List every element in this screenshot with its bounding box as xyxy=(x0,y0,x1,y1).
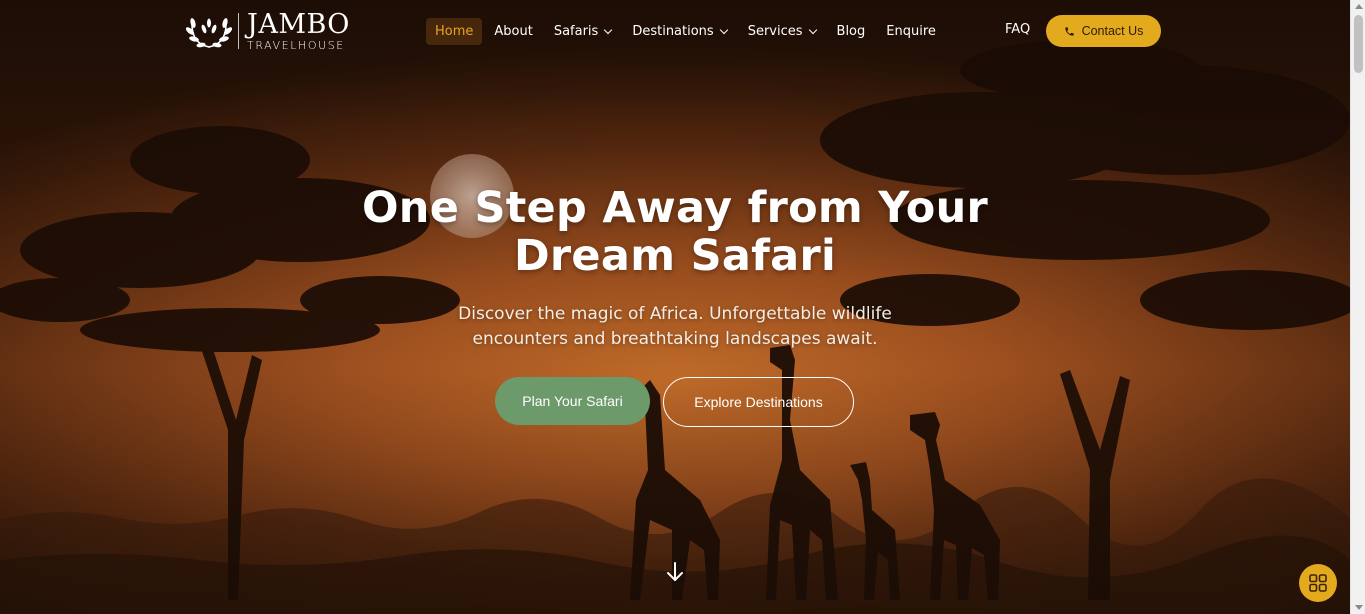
explore-destinations-button[interactable]: Explore Destinations xyxy=(663,377,854,427)
nav-label: Blog xyxy=(836,23,866,39)
chevron-down-icon xyxy=(808,25,817,34)
nav-item-about[interactable]: About xyxy=(485,18,541,45)
arrow-down-icon[interactable] xyxy=(664,560,686,584)
nav-label: Safaris xyxy=(553,23,599,39)
logo-divider xyxy=(238,13,239,49)
logo-text: JAMBO TRAVELHOUSE xyxy=(247,11,350,51)
headline-line-1: One Step Away from Your xyxy=(361,183,989,233)
scroll-up-arrow-icon[interactable] xyxy=(1355,4,1363,9)
contact-us-button[interactable]: Contact Us xyxy=(1046,15,1161,47)
phone-icon xyxy=(1064,26,1074,36)
brand-name: JAMBO xyxy=(247,9,350,40)
nav-label: Services xyxy=(747,23,803,39)
hero-subtext: Discover the magic of Africa. Unforgetta… xyxy=(420,302,930,352)
nav-label: Home xyxy=(435,23,474,39)
nav-item-safaris[interactable]: Safaris xyxy=(545,18,621,45)
contact-label: Contact Us xyxy=(1081,24,1144,38)
chevron-down-icon xyxy=(604,25,613,34)
headline-line-2: Dream Safari xyxy=(513,231,837,281)
grid-icon xyxy=(1309,574,1327,592)
scroll-down-arrow-icon[interactable] xyxy=(1355,605,1363,610)
laurel-wreath-icon xyxy=(186,18,232,48)
subtext-line-1: Discover the magic of Africa. Unforgetta… xyxy=(458,304,892,324)
nav-item-destinations[interactable]: Destinations xyxy=(623,18,735,45)
site-header: JAMBO TRAVELHOUSE Home About Safaris Des… xyxy=(0,0,1350,62)
floating-menu-button[interactable] xyxy=(1299,564,1337,602)
nav-item-enquire[interactable]: Enquire xyxy=(877,18,945,45)
nav-label: About xyxy=(494,23,533,39)
nav-label: Enquire xyxy=(886,23,936,39)
scrollbar-thumb[interactable] xyxy=(1354,15,1363,73)
hero-section: JAMBO TRAVELHOUSE Home About Safaris Des… xyxy=(0,0,1350,614)
main-nav: Home About Safaris Destinations Services… xyxy=(426,16,948,46)
plan-your-safari-button[interactable]: Plan Your Safari xyxy=(495,377,650,425)
nav-item-services[interactable]: Services xyxy=(739,18,825,45)
faq-link[interactable]: FAQ xyxy=(1005,22,1030,37)
nav-label: Destinations xyxy=(632,23,714,39)
subtext-line-2: encounters and breathtaking landscapes a… xyxy=(472,329,878,349)
page-scrollbar[interactable] xyxy=(1350,0,1365,614)
nav-item-home[interactable]: Home xyxy=(426,17,483,45)
hero-headline: One Step Away from Your Dream Safari xyxy=(300,184,1050,280)
chevron-down-icon xyxy=(719,25,728,34)
brand-subtitle: TRAVELHOUSE xyxy=(247,39,345,52)
brand-logo[interactable]: JAMBO TRAVELHOUSE xyxy=(186,9,350,53)
nav-item-blog[interactable]: Blog xyxy=(828,18,875,45)
